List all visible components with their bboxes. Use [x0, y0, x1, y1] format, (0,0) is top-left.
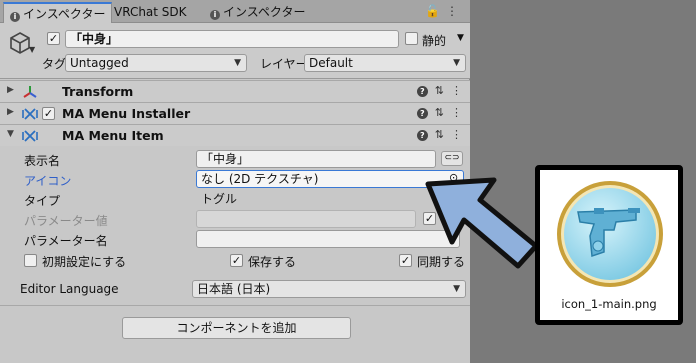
- saved-checkbox[interactable]: ✓: [230, 254, 243, 267]
- tab-vrchat-sdk[interactable]: VRChat SDK: [108, 2, 193, 23]
- layer-label: レイヤー: [260, 57, 308, 71]
- help-icon[interactable]: ?: [416, 108, 428, 119]
- ma-icon: [22, 108, 38, 120]
- foldout-down-icon[interactable]: ▼: [7, 129, 14, 139]
- settings-sliders-icon[interactable]: ⇅: [435, 106, 444, 119]
- static-checkbox[interactable]: [405, 32, 418, 45]
- component-title: MA Menu Item: [62, 128, 164, 143]
- add-component-button[interactable]: コンポーネントを追加: [122, 317, 351, 339]
- synced-checkbox[interactable]: ✓: [399, 254, 412, 267]
- component-title: MA Menu Installer: [62, 106, 191, 121]
- inspector-panel: i インスペクター VRChat SDK i インスペクター 🔓⋮ ▼ ✓ 「中身」…: [0, 0, 470, 363]
- info-icon: i: [10, 12, 20, 22]
- divider: [0, 305, 470, 306]
- component-toolbar: ? ⇅ ⋮: [410, 84, 462, 97]
- settings-sliders-icon[interactable]: ⇅: [435, 84, 444, 97]
- tab-menu-icons[interactable]: 🔓⋮: [425, 4, 464, 18]
- info-icon: i: [210, 10, 220, 20]
- more-icon[interactable]: ⋮: [446, 4, 464, 18]
- parameter-value-field: [196, 210, 416, 228]
- icon-preview-card: icon_1-main.png: [535, 165, 683, 325]
- tab-inspector-2[interactable]: i インスペクター: [204, 2, 311, 23]
- editor-language-dropdown[interactable]: 日本語 (日本) ▼: [192, 280, 466, 298]
- component-ma-menu-item[interactable]: ▼ MA Menu Item ? ⇅ ⋮: [0, 124, 470, 146]
- lock-icon[interactable]: 🔓: [425, 4, 446, 18]
- transform-icon: [23, 86, 37, 98]
- component-toolbar: ? ⇅ ⋮: [410, 128, 462, 141]
- tab-bar: i インスペクター VRChat SDK i インスペクター 🔓⋮: [0, 0, 470, 23]
- icon-dropdown-arrow-icon[interactable]: ▼: [29, 45, 35, 54]
- link-icon[interactable]: ⊂⊃: [441, 151, 463, 166]
- display-name-field[interactable]: 「中身」: [196, 150, 436, 168]
- chevron-down-icon: ▼: [453, 284, 460, 294]
- gameobject-name-field[interactable]: 「中身」: [65, 30, 399, 48]
- type-label: タイプ: [24, 194, 61, 208]
- help-icon[interactable]: ?: [416, 130, 428, 141]
- parameter-name-label: パラメーター名: [24, 234, 108, 248]
- ma-icon: [22, 130, 38, 142]
- component-ma-menu-installer[interactable]: ▶ ✓ MA Menu Installer ? ⇅ ⋮: [0, 102, 470, 124]
- icon-label: アイコン: [24, 174, 72, 188]
- initial-label: 初期設定にする: [42, 255, 127, 269]
- more-icon[interactable]: ⋮: [451, 84, 462, 97]
- tab-inspector[interactable]: i インスペクター: [3, 2, 113, 23]
- more-icon[interactable]: ⋮: [451, 106, 462, 119]
- layer-dropdown[interactable]: Default ▼: [304, 54, 466, 72]
- static-dropdown-arrow-icon[interactable]: ▼: [457, 33, 464, 43]
- component-toolbar: ? ⇅ ⋮: [410, 106, 462, 119]
- tag-dropdown[interactable]: Untagged ▼: [65, 54, 247, 72]
- gameobject-header: ▼ ✓ 「中身」 静的 ▼ タグ Untagged ▼ レイヤー Default ▼: [0, 23, 470, 79]
- parameter-value-label: パラメーター値: [24, 214, 108, 228]
- chevron-down-icon: ▼: [453, 58, 460, 68]
- settings-sliders-icon[interactable]: ⇅: [435, 128, 444, 141]
- pointer-arrow-icon: [425, 177, 539, 269]
- preview-caption: icon_1-main.png: [561, 297, 657, 311]
- component-enabled-checkbox[interactable]: ✓: [42, 107, 55, 120]
- display-name-label: 表示名: [24, 154, 61, 168]
- initial-checkbox[interactable]: [24, 254, 37, 267]
- active-checkbox[interactable]: ✓: [47, 32, 60, 45]
- saved-label: 保存する: [248, 255, 297, 269]
- foldout-right-icon[interactable]: ▶: [7, 107, 14, 117]
- foldout-right-icon[interactable]: ▶: [7, 85, 14, 95]
- editor-language-label: Editor Language: [20, 282, 119, 296]
- static-label: 静的: [422, 34, 447, 48]
- component-transform[interactable]: ▶ Transform ? ⇅ ⋮: [0, 80, 470, 102]
- component-title: Transform: [62, 84, 134, 99]
- help-icon[interactable]: ?: [416, 86, 428, 97]
- tag-label: タグ: [42, 57, 67, 71]
- water-gun-icon: [557, 181, 663, 287]
- chevron-down-icon: ▼: [234, 58, 241, 68]
- more-icon[interactable]: ⋮: [451, 128, 462, 141]
